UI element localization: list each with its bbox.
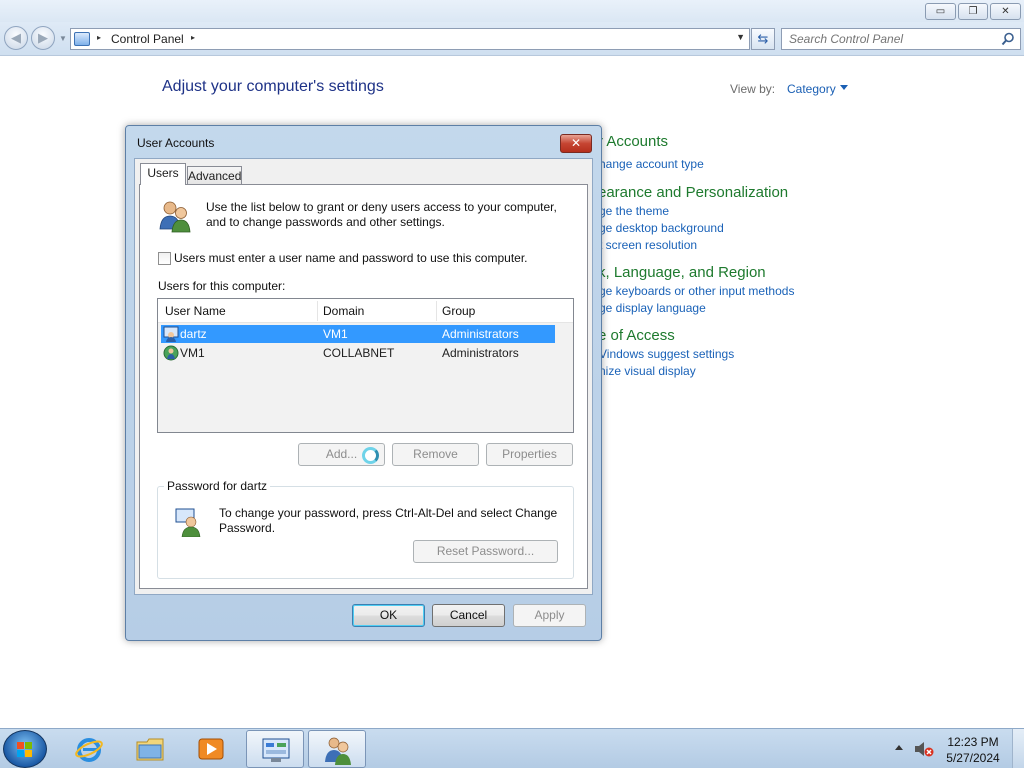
clock-time[interactable]: 12:23 PM (940, 735, 1006, 749)
control-panel-icon (262, 738, 290, 762)
windows-logo-icon (17, 742, 32, 757)
category-ease-of-access[interactable]: e of Access (598, 327, 675, 344)
show-hidden-icons-button[interactable] (895, 745, 903, 750)
volume-muted-icon[interactable] (914, 741, 934, 757)
taskbar-user-accounts[interactable] (308, 730, 366, 768)
column-header-domain[interactable]: Domain (323, 304, 364, 318)
link-windows-suggest-settings[interactable]: Vindows suggest settings (599, 347, 734, 361)
navigation-bar: ◀ ▶ ▼ ▸ Control Panel ▸ ▼ ⇆ (0, 22, 1024, 56)
cancel-button[interactable]: Cancel (432, 604, 505, 627)
folder-icon (136, 738, 164, 761)
recent-pages-dropdown-icon[interactable]: ▼ (59, 34, 67, 43)
chevron-down-icon[interactable] (840, 85, 848, 90)
reset-password-button[interactable]: Reset Password... (413, 540, 558, 563)
user-icon (163, 326, 179, 342)
column-header-user-name[interactable]: User Name (165, 304, 226, 318)
taskbar-file-explorer[interactable] (121, 730, 179, 768)
users-tab-page: Use the list below to grant or deny user… (139, 184, 588, 589)
user-icon (163, 345, 179, 361)
page-title: Adjust your computer's settings (162, 78, 384, 95)
user-accounts-dialog: User Accounts ✕ Users Advanced Use the l… (125, 125, 602, 641)
close-window-button[interactable]: ✕ (990, 3, 1021, 20)
remove-user-button[interactable]: Remove (392, 443, 479, 466)
users-list-header: User Name Domain Group (158, 299, 573, 323)
password-group-legend: Password for dartz (164, 479, 271, 493)
taskbar-media-player[interactable] (182, 730, 240, 768)
search-input[interactable] (783, 30, 993, 48)
breadcrumb-control-panel[interactable]: Control Panel (111, 32, 184, 46)
link-change-theme[interactable]: ge the theme (599, 204, 669, 218)
column-header-group[interactable]: Group (442, 304, 475, 318)
link-adjust-screen-resolution[interactable]: t screen resolution (599, 238, 697, 252)
dialog-body: Users Advanced Use the list below to gra… (134, 158, 593, 595)
taskbar-internet-explorer[interactable] (60, 730, 118, 768)
user-domain-cell: COLLABNET (323, 346, 395, 360)
password-instructions: To change your password, press Ctrl-Alt-… (219, 506, 558, 535)
properties-button[interactable]: Properties (486, 443, 573, 466)
user-name-cell: VM1 (180, 346, 205, 360)
clock-date[interactable]: 5/27/2024 (940, 751, 1006, 765)
link-optimize-visual-display[interactable]: nize visual display (599, 364, 696, 378)
user-group-cell: Administrators (442, 346, 519, 360)
minimize-button[interactable]: ▭ (925, 3, 956, 20)
ok-button[interactable]: OK (352, 604, 425, 627)
users-icon (325, 737, 351, 765)
tab-advanced[interactable]: Advanced (187, 166, 242, 186)
busy-cursor-icon (362, 447, 379, 464)
view-by-dropdown[interactable]: Category (787, 82, 836, 96)
link-change-keyboards[interactable]: ge keyboards or other input methods (599, 284, 794, 298)
restore-button[interactable]: ❐ (958, 3, 988, 20)
breadcrumb-chevron-icon[interactable]: ▸ (191, 33, 195, 42)
must-login-checkbox[interactable] (158, 252, 171, 265)
window-title-bar: ▭ ❐ ✕ (0, 0, 1024, 22)
user-password-icon (175, 508, 201, 537)
user-group-cell: Administrators (442, 327, 519, 341)
dialog-title: User Accounts (137, 136, 215, 150)
user-name-cell: dartz (180, 327, 207, 341)
media-player-icon (198, 738, 224, 760)
must-login-checkbox-label[interactable]: Users must enter a user name and passwor… (174, 251, 528, 265)
link-change-display-language[interactable]: ge display language (599, 301, 706, 315)
category-user-accounts[interactable]: r Accounts (598, 133, 668, 150)
tab-users[interactable]: Users (140, 163, 186, 185)
category-clock-language-region[interactable]: k, Language, and Region (598, 264, 766, 281)
search-box[interactable] (781, 28, 1021, 50)
back-button[interactable]: ◀ (4, 26, 28, 50)
taskbar-control-panel[interactable] (246, 730, 304, 768)
start-button[interactable] (3, 730, 47, 768)
control-panel-icon (74, 32, 90, 46)
user-row-dartz[interactable]: dartz VM1 Administrators (161, 325, 555, 343)
link-change-desktop-background[interactable]: ge desktop background (599, 221, 724, 235)
search-icon[interactable] (1001, 32, 1015, 46)
show-desktop-button[interactable] (1012, 729, 1024, 768)
view-by-label: View by: (730, 82, 776, 96)
user-row-vm1[interactable]: VM1 COLLABNET Administrators (161, 344, 555, 362)
address-bar[interactable]: ▸ Control Panel ▸ ▼ (70, 28, 750, 50)
intro-text: Use the list below to grant or deny user… (206, 200, 557, 229)
category-appearance-personalization[interactable]: earance and Personalization (598, 184, 788, 201)
refresh-button[interactable]: ⇆ (751, 28, 775, 50)
user-domain-cell: VM1 (323, 327, 348, 341)
taskbar: 12:23 PM 5/27/2024 (0, 728, 1024, 768)
internet-explorer-icon (75, 738, 103, 762)
dialog-close-button[interactable]: ✕ (560, 134, 592, 153)
users-list[interactable]: User Name Domain Group dartz VM1 Adminis… (157, 298, 574, 433)
password-group: Password for dartz To change your passwo… (157, 479, 574, 579)
users-icon (159, 201, 191, 233)
users-list-label: Users for this computer: (158, 279, 286, 293)
apply-button[interactable]: Apply (513, 604, 586, 627)
breadcrumb-chevron-icon[interactable]: ▸ (97, 33, 101, 42)
address-history-dropdown-icon[interactable]: ▼ (736, 32, 745, 42)
link-change-account-type[interactable]: hange account type (599, 157, 704, 171)
forward-button[interactable]: ▶ (31, 26, 55, 50)
